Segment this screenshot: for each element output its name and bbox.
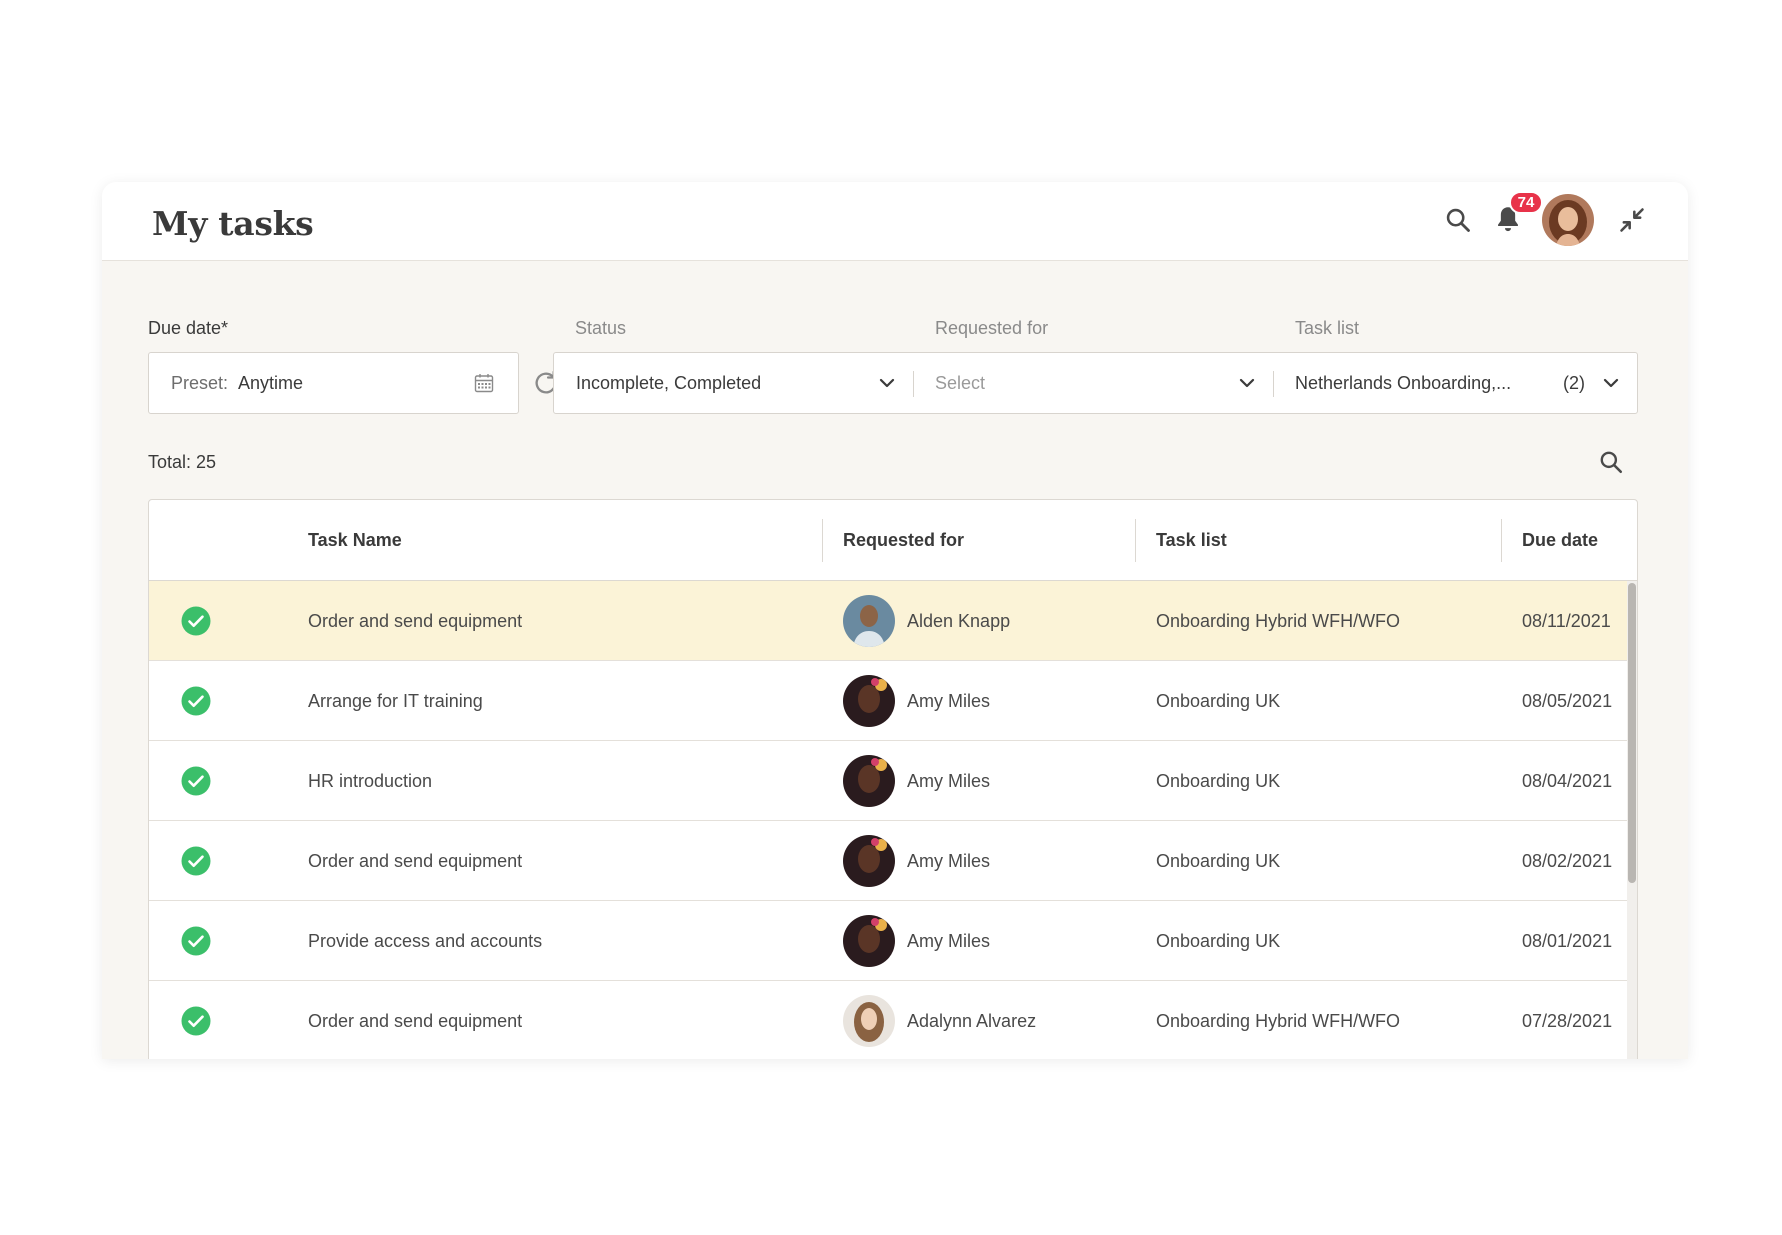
page-title: My tasks — [152, 204, 314, 243]
chevron-down-icon — [1239, 378, 1255, 388]
avatar — [843, 995, 895, 1047]
avatar — [843, 675, 895, 727]
column-divider — [822, 519, 823, 562]
header-bar: My tasks 74 — [102, 182, 1688, 261]
table-row[interactable]: Order and send equipment Amy Miles Onboa… — [149, 821, 1637, 901]
task-list-name: Onboarding UK — [1156, 770, 1281, 791]
task-list-name: Onboarding UK — [1156, 930, 1281, 951]
check-circle-icon[interactable] — [181, 846, 211, 876]
table-row[interactable]: Arrange for IT training Amy Miles Onboar… — [149, 661, 1637, 741]
tasks-table: Task Name Requested for Task list Due da… — [148, 499, 1638, 1059]
header-search-button[interactable] — [1440, 202, 1476, 238]
column-header-due-date[interactable]: Due date — [1522, 500, 1598, 581]
collapse-button[interactable] — [1612, 200, 1652, 240]
table-header: Task Name Requested for Task list Due da… — [149, 500, 1637, 581]
check-circle-icon[interactable] — [181, 606, 211, 636]
requested-for-cell: Amy Miles — [843, 741, 990, 821]
task-name: Provide access and accounts — [308, 930, 543, 951]
filter-group: Incomplete, Completed Select Netherlands… — [553, 352, 1638, 414]
scrollbar-thumb[interactable] — [1628, 583, 1636, 883]
due-date: 08/02/2021 — [1522, 850, 1613, 871]
separator — [913, 371, 914, 397]
column-header-requested-for[interactable]: Requested for — [843, 500, 964, 581]
check-circle-icon[interactable] — [181, 766, 211, 796]
avatar — [843, 755, 895, 807]
person-name: Alden Knapp — [907, 610, 1011, 631]
requested-for-cell: Adalynn Alvarez — [843, 981, 1036, 1059]
notification-count-badge: 74 — [1509, 191, 1543, 214]
task-list-label: Task list — [1295, 318, 1360, 338]
collapse-icon — [1620, 208, 1644, 232]
column-divider — [1135, 519, 1136, 562]
avatar — [843, 835, 895, 887]
status-select[interactable]: Incomplete, Completed — [554, 353, 913, 413]
check-circle-icon[interactable] — [181, 926, 211, 956]
due-date: 08/05/2021 — [1522, 690, 1613, 711]
table-row[interactable]: Provide access and accounts Amy Miles On… — [149, 901, 1637, 981]
check-circle-icon[interactable] — [181, 1006, 211, 1036]
separator — [1273, 371, 1274, 397]
person-name: Adalynn Alvarez — [907, 1010, 1037, 1031]
calendar-icon[interactable] — [474, 373, 494, 393]
table-row[interactable]: Order and send equipment Alden Knapp Onb… — [149, 581, 1637, 661]
due-date: 07/28/2021 — [1522, 1010, 1613, 1031]
task-list-value: Netherlands Onboarding,... — [1295, 372, 1512, 393]
task-list-count: (2) — [1563, 372, 1585, 393]
avatar — [843, 915, 895, 967]
requested-for-cell: Alden Knapp — [843, 581, 1010, 661]
avatar — [843, 595, 895, 647]
due-date: 08/01/2021 — [1522, 930, 1613, 951]
requested-for-select[interactable]: Select — [913, 353, 1273, 413]
preset-label: Preset: — [171, 372, 229, 393]
due-date: 08/11/2021 — [1522, 610, 1611, 631]
chevron-down-icon — [1603, 378, 1619, 388]
search-icon — [1600, 451, 1623, 474]
requested-for-cell: Amy Miles — [843, 901, 990, 981]
status-value: Incomplete, Completed — [576, 372, 762, 393]
column-divider — [1501, 519, 1502, 562]
task-name: Order and send equipment — [308, 1010, 523, 1031]
preset-value: Anytime — [238, 372, 304, 393]
person-name: Amy Miles — [907, 850, 991, 871]
column-header-task-list[interactable]: Task list — [1156, 500, 1227, 581]
due-date: 08/04/2021 — [1522, 770, 1613, 791]
user-avatar-image — [1542, 194, 1594, 246]
requested-for-cell: Amy Miles — [843, 821, 990, 901]
task-list-name: Onboarding Hybrid WFH/WFO — [1156, 1010, 1401, 1031]
task-name: Order and send equipment — [308, 850, 523, 871]
task-list-name: Onboarding UK — [1156, 850, 1281, 871]
search-icon — [1446, 208, 1470, 232]
task-list-name: Onboarding Hybrid WFH/WFO — [1156, 610, 1401, 631]
user-avatar[interactable] — [1542, 194, 1594, 246]
person-name: Amy Miles — [907, 930, 991, 951]
requested-for-cell: Amy Miles — [843, 661, 990, 741]
person-name: Amy Miles — [907, 770, 991, 791]
column-header-task-name[interactable]: Task Name — [308, 500, 402, 581]
due-date-label: Due date* — [148, 318, 229, 338]
table-row[interactable]: HR introduction Amy Miles Onboarding UK … — [149, 741, 1637, 821]
due-date-picker[interactable]: Preset: Anytime — [148, 352, 519, 414]
task-name: Order and send equipment — [308, 610, 523, 631]
my-tasks-window: My tasks 74 Due date* Status Requested f… — [102, 182, 1688, 1059]
person-name: Amy Miles — [907, 690, 991, 711]
requested-for-label: Requested for — [935, 318, 1049, 338]
task-name: HR introduction — [308, 770, 433, 791]
task-list-name: Onboarding UK — [1156, 690, 1281, 711]
table-body: Order and send equipment Alden Knapp Onb… — [149, 581, 1637, 1059]
task-name: Arrange for IT training — [308, 690, 483, 711]
requested-for-placeholder: Select — [935, 372, 986, 393]
task-list-select[interactable]: Netherlands Onboarding,... (2) — [1273, 353, 1637, 413]
table-row[interactable]: Order and send equipment Adalynn Alvarez… — [149, 981, 1637, 1059]
total-count: Total: 25 — [148, 452, 217, 472]
chevron-down-icon — [879, 378, 895, 388]
check-circle-icon[interactable] — [181, 686, 211, 716]
table-search-button[interactable] — [1594, 445, 1628, 479]
status-label: Status — [575, 318, 627, 338]
